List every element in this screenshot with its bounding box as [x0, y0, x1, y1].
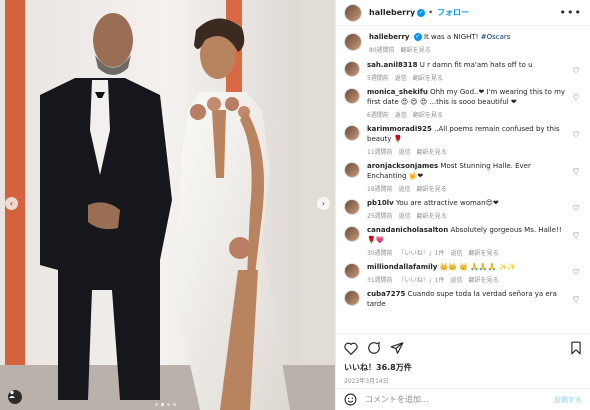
comment-text: You are attractive woman😍❤	[395, 199, 499, 207]
comment-time: 19週間前	[367, 186, 393, 193]
comment-like-heart-icon[interactable]: ♡	[570, 66, 582, 75]
comment-like-heart-icon[interactable]: ♡	[570, 167, 582, 176]
commenter-avatar[interactable]	[344, 61, 360, 77]
comment-item: canadanicholasalton Absolutely gorgeous …	[344, 225, 582, 257]
comment-meta-link[interactable]: 翻訳を見る	[417, 147, 447, 156]
comment-like-heart-icon[interactable]: ♡	[570, 268, 582, 277]
comment-item: milliondallafamily 👑👑 👑 🙏🙏🙏 ✨✨ 31週間前 「いいね！…	[344, 262, 582, 284]
comments-list[interactable]: halleberry ✓ It was a NIGHT! #Oscars 80週…	[336, 27, 590, 331]
comment-time: 30週間前	[367, 250, 393, 257]
comment-meta-link[interactable]: 返信	[399, 184, 411, 193]
comment-meta-link[interactable]: 返信	[395, 73, 407, 82]
caption-username[interactable]: halleberry	[369, 33, 409, 41]
action-bar: いいね！36.8万件 2023年3月14日	[336, 333, 590, 385]
post-detail-panel: halleberry ✓ • フォロー ••• halleberry ✓ It …	[335, 0, 590, 410]
translate-link[interactable]: 翻訳を見る	[401, 45, 431, 54]
comment-like-heart-icon[interactable]: ♡	[570, 130, 582, 139]
comment-text: 👑👑 👑 🙏🙏🙏 ✨✨	[439, 263, 517, 271]
commenter-username[interactable]: canadanicholasalton	[367, 226, 448, 234]
comment-meta-link[interactable]: 返信	[399, 211, 411, 220]
follow-button[interactable]: フォロー	[437, 7, 469, 18]
commenter-username[interactable]: monica_shekifu	[367, 88, 428, 96]
comment-item: sah.anil8318 U r damn fit ma'am hats off…	[344, 60, 582, 82]
commenter-avatar[interactable]	[344, 162, 360, 178]
comment-text: U r damn fit ma'am hats off to u	[419, 61, 533, 69]
bookmark-icon[interactable]	[570, 341, 582, 355]
more-options-icon[interactable]: •••	[560, 6, 582, 19]
comment-meta-link[interactable]: 翻訳を見る	[468, 248, 498, 257]
commenter-username[interactable]: karimmoradi925	[367, 125, 432, 133]
comment-meta-link[interactable]: 返信	[395, 110, 407, 119]
comment-like-heart-icon[interactable]: ♡	[570, 204, 582, 213]
caption-hashtag[interactable]: #Oscars	[481, 33, 511, 41]
commenter-avatar[interactable]	[344, 263, 360, 279]
comment-time: 6週間前	[367, 112, 389, 119]
comment-like-heart-icon[interactable]: ♡	[570, 231, 582, 240]
commenter-username[interactable]: milliondallafamily	[367, 263, 437, 271]
carousel-dot	[155, 403, 158, 406]
comment-meta-link[interactable]: 翻訳を見る	[413, 110, 443, 119]
commenter-username[interactable]: sah.anil8318	[367, 61, 418, 69]
comment-icon[interactable]	[367, 341, 381, 355]
comment-item: karimmoradi925 ..All poems remain confus…	[344, 124, 582, 156]
comment-meta-link[interactable]: 「いいね！」1件	[399, 248, 445, 257]
chevron-left-icon: ‹	[9, 199, 14, 208]
comment-like-heart-icon[interactable]: ♡	[570, 93, 582, 102]
comment-item: monica_shekifu Ohh my God..❤ I'm wearing…	[344, 87, 582, 119]
caption-avatar[interactable]	[344, 33, 362, 51]
author-avatar[interactable]	[344, 3, 362, 22]
emoji-icon[interactable]	[344, 393, 357, 406]
author-username[interactable]: halleberry	[369, 8, 415, 17]
commenter-avatar[interactable]	[344, 226, 360, 242]
comment-time: 5週間前	[367, 75, 389, 82]
carousel-dot	[167, 403, 170, 406]
caption: halleberry ✓ It was a NIGHT! #Oscars 80週…	[344, 32, 582, 54]
commenter-avatar[interactable]	[344, 199, 360, 215]
post-photo	[0, 0, 335, 410]
share-icon[interactable]	[390, 341, 404, 355]
verified-badge-icon: ✓	[413, 33, 422, 41]
comment-time: 31週間前	[367, 277, 393, 284]
carousel-dots	[155, 403, 176, 406]
carousel-dot	[173, 403, 176, 406]
post-header: halleberry ✓ • フォロー •••	[336, 0, 590, 26]
comment-item: cuba7275 Cuando supe toda la verdad seño…	[344, 289, 582, 309]
verified-badge-icon: ✓	[417, 8, 426, 17]
separator-dot: •	[428, 8, 433, 17]
user-tag-icon	[9, 390, 15, 398]
comment-meta-link[interactable]: 翻訳を見る	[468, 275, 498, 284]
comment-meta-link[interactable]: 翻訳を見る	[413, 73, 443, 82]
comment-item: aronjacksonjames Most Stunning Halle. Ev…	[344, 161, 582, 193]
carousel-next-button[interactable]: ›	[317, 197, 330, 210]
caption-text: It was a NIGHT!	[423, 33, 479, 41]
comment-like-heart-icon[interactable]: ♡	[570, 295, 582, 304]
comment-meta-link[interactable]: 返信	[450, 248, 462, 257]
post-comment-button[interactable]: 投稿する	[554, 395, 582, 405]
comment-meta-link[interactable]: 翻訳を見る	[417, 211, 447, 220]
comment-input[interactable]	[365, 395, 554, 404]
carousel-dot-active	[161, 403, 164, 406]
heart-icon[interactable]	[344, 342, 358, 355]
carousel-prev-button[interactable]: ‹	[5, 197, 18, 210]
comment-time: 25週間前	[367, 213, 393, 220]
comment-meta-link[interactable]: 翻訳を見る	[417, 184, 447, 193]
post-date: 2023年3月14日	[344, 378, 389, 385]
comment-meta-link[interactable]: 返信	[450, 275, 462, 284]
commenter-username[interactable]: cuba7275	[367, 290, 405, 298]
comment-meta-link[interactable]: 「いいね！」1件	[399, 275, 445, 284]
comment-item: pb10lv You are attractive woman😍❤ 25週間前 返信…	[344, 198, 582, 220]
commenter-avatar[interactable]	[344, 290, 360, 306]
commenter-username[interactable]: aronjacksonjames	[367, 162, 438, 170]
commenter-avatar[interactable]	[344, 125, 360, 141]
post-media: ‹ ›	[0, 0, 335, 410]
comment-meta-link[interactable]: 返信	[399, 147, 411, 156]
commenter-avatar[interactable]	[344, 88, 360, 104]
comment-composer: 投稿する	[336, 388, 590, 410]
likes-count[interactable]: いいね！36.8万件	[344, 362, 582, 373]
user-tag-button[interactable]	[8, 390, 22, 404]
commenter-username[interactable]: pb10lv	[367, 199, 394, 207]
comment-time: 11週間前	[367, 149, 393, 156]
chevron-right-icon: ›	[321, 199, 326, 208]
caption-time: 80週間前	[369, 47, 395, 54]
